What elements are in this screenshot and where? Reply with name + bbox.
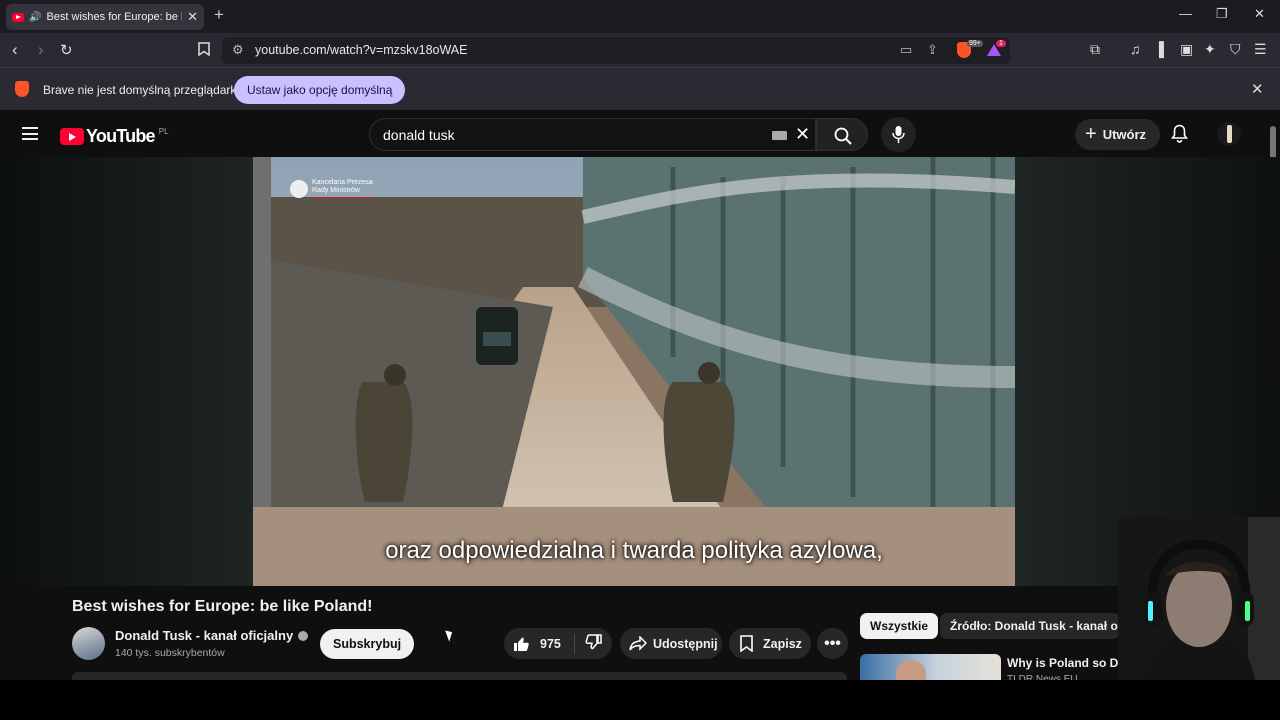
wallet-icon[interactable]: ▣ [1180,41,1193,58]
screen-bottom-bar [0,680,1280,720]
video-player[interactable]: Kancelaria Prezesa Rady Ministrów oraz o… [0,157,1280,586]
guide-menu-icon[interactable] [22,127,38,140]
search-input[interactable]: donald tusk [383,127,455,143]
sidebar-icon[interactable]: ▐ [1154,41,1164,57]
save-bookmark-icon [740,635,753,652]
leo-ai-icon[interactable]: ✦ [1204,41,1216,58]
share-button[interactable]: Udostępnij [620,628,722,659]
tab-close-button[interactable]: ✕ [187,9,198,25]
watermark-line2: Rady Ministrów [312,187,360,194]
screenshot-icon[interactable]: ⧉ [1090,41,1100,58]
browser-toolbar: ‹ › ↻ ⚙ youtube.com/watch?v=mzskv18oWAE … [0,33,1280,67]
minimize-button[interactable]: — [1179,6,1192,21]
country-code: PL [158,127,169,136]
default-browser-infobar: Brave nie jest domyślną przeglądarką Ust… [0,67,1280,110]
new-tab-button[interactable]: + [214,5,224,25]
chip-all[interactable]: Wszystkie [860,613,939,639]
youtube-play-icon [60,128,84,145]
youtube-header: YouTube PL donald tusk ✕ + Utwórz [0,110,1280,157]
bookmark-icon[interactable] [198,42,210,59]
cast-icon[interactable]: ▭ [900,42,912,58]
vpn-icon[interactable]: ⛉ [1230,41,1241,58]
window-close-button[interactable]: ✕ [1254,6,1265,22]
media-icon[interactable]: ♫ [1130,41,1141,57]
like-count[interactable]: 975 [540,637,561,651]
thumbs-down-icon [585,634,602,650]
video-subtitle: oraz odpowiedzialna i twarda polityka az… [385,537,883,564]
brave-logo-icon [15,81,29,97]
divider [573,633,575,654]
chancellery-watermark: Kancelaria Prezesa Rady Ministrów [290,179,373,198]
search-button[interactable] [816,118,868,151]
video-scene [253,157,1015,586]
polish-eagle-icon [290,179,308,198]
subscriber-count: 140 tys. subskrybentów [115,647,225,659]
infobar-close-icon[interactable]: ✕ [1251,80,1264,98]
more-dots-icon: ••• [824,634,841,652]
more-actions-button[interactable]: ••• [817,628,848,659]
shields-count-badge: 99+ [967,40,983,47]
description-box[interactable] [72,672,847,680]
watermark-line1: Kancelaria Prezesa [312,179,373,186]
url-text[interactable]: youtube.com/watch?v=mzskv18oWAE [255,43,467,57]
set-default-button[interactable]: Ustaw jako opcję domyślną [234,76,406,104]
restore-button[interactable]: ❐ [1216,6,1228,22]
channel-name-link[interactable]: Donald Tusk - kanał oficjalny [115,628,309,643]
recommendation-thumbnail[interactable] [860,654,1001,680]
youtube-wordmark: YouTube [86,126,156,146]
channel-avatar[interactable] [72,627,105,660]
account-avatar[interactable] [1217,122,1241,146]
speaker-icon[interactable]: 🔊 [29,12,41,23]
clear-search-icon[interactable]: ✕ [795,124,810,145]
address-bar[interactable]: ⚙ youtube.com/watch?v=mzskv18oWAE ▭ ⇪ 99… [222,37,1010,64]
browser-tab[interactable]: 🔊 Best wishes for Europe: be like Poland… [6,4,204,30]
keyboard-icon[interactable] [772,131,787,140]
video-title: Best wishes for Europe: be like Poland! [72,598,373,615]
chip-source[interactable]: Źródło: Donald Tusk - kanał oficjalny [940,613,1120,639]
channel-name: Donald Tusk - kanał oficjalny [115,628,294,643]
share-arrow-icon [629,636,647,651]
dislike-button[interactable] [585,634,602,653]
search-icon [834,127,852,145]
site-settings-icon[interactable]: ⚙ [232,42,244,58]
menu-icon[interactable]: ☰ [1254,41,1267,58]
mouse-cursor [445,628,455,642]
share-icon[interactable]: ⇪ [927,42,938,58]
forward-icon[interactable]: › [38,40,44,60]
create-button[interactable]: + Utwórz [1075,119,1161,150]
voice-search-button[interactable] [881,117,916,152]
plus-icon: + [1085,123,1097,145]
infobar-message: Brave nie jest domyślną przeglądarką [43,83,244,97]
like-dislike-group: 975 [504,628,612,659]
verified-icon [298,631,309,641]
share-label: Udostępnij [653,636,718,651]
create-label: Utwórz [1102,127,1147,142]
recommendation-title[interactable]: Why is Poland so Divi [1007,656,1132,670]
back-icon[interactable]: ‹ [12,40,18,60]
thumbs-up-icon [514,637,529,651]
youtube-favicon-icon [12,12,24,22]
rewards-badge: 1 [996,40,1006,47]
reload-icon[interactable]: ↻ [60,41,73,59]
tab-title: Best wishes for Europe: be like Poland! [46,11,182,23]
webcam-person [1118,517,1280,680]
like-button[interactable] [513,636,530,652]
search-box[interactable]: donald tusk ✕ [369,118,816,151]
microphone-icon [892,126,905,143]
youtube-logo[interactable]: YouTube PL [60,126,169,147]
ambient-left [0,157,253,586]
webcam-overlay [1118,517,1280,680]
save-label: Zapisz [763,636,802,651]
subscribe-button[interactable]: Subskrybuj [320,629,415,659]
video-frame[interactable]: Kancelaria Prezesa Rady Ministrów oraz o… [253,157,1015,586]
browser-tab-bar: 🔊 Best wishes for Europe: be like Poland… [0,0,1280,33]
save-button[interactable]: Zapisz [729,628,811,659]
notifications-bell-icon[interactable] [1171,124,1188,143]
